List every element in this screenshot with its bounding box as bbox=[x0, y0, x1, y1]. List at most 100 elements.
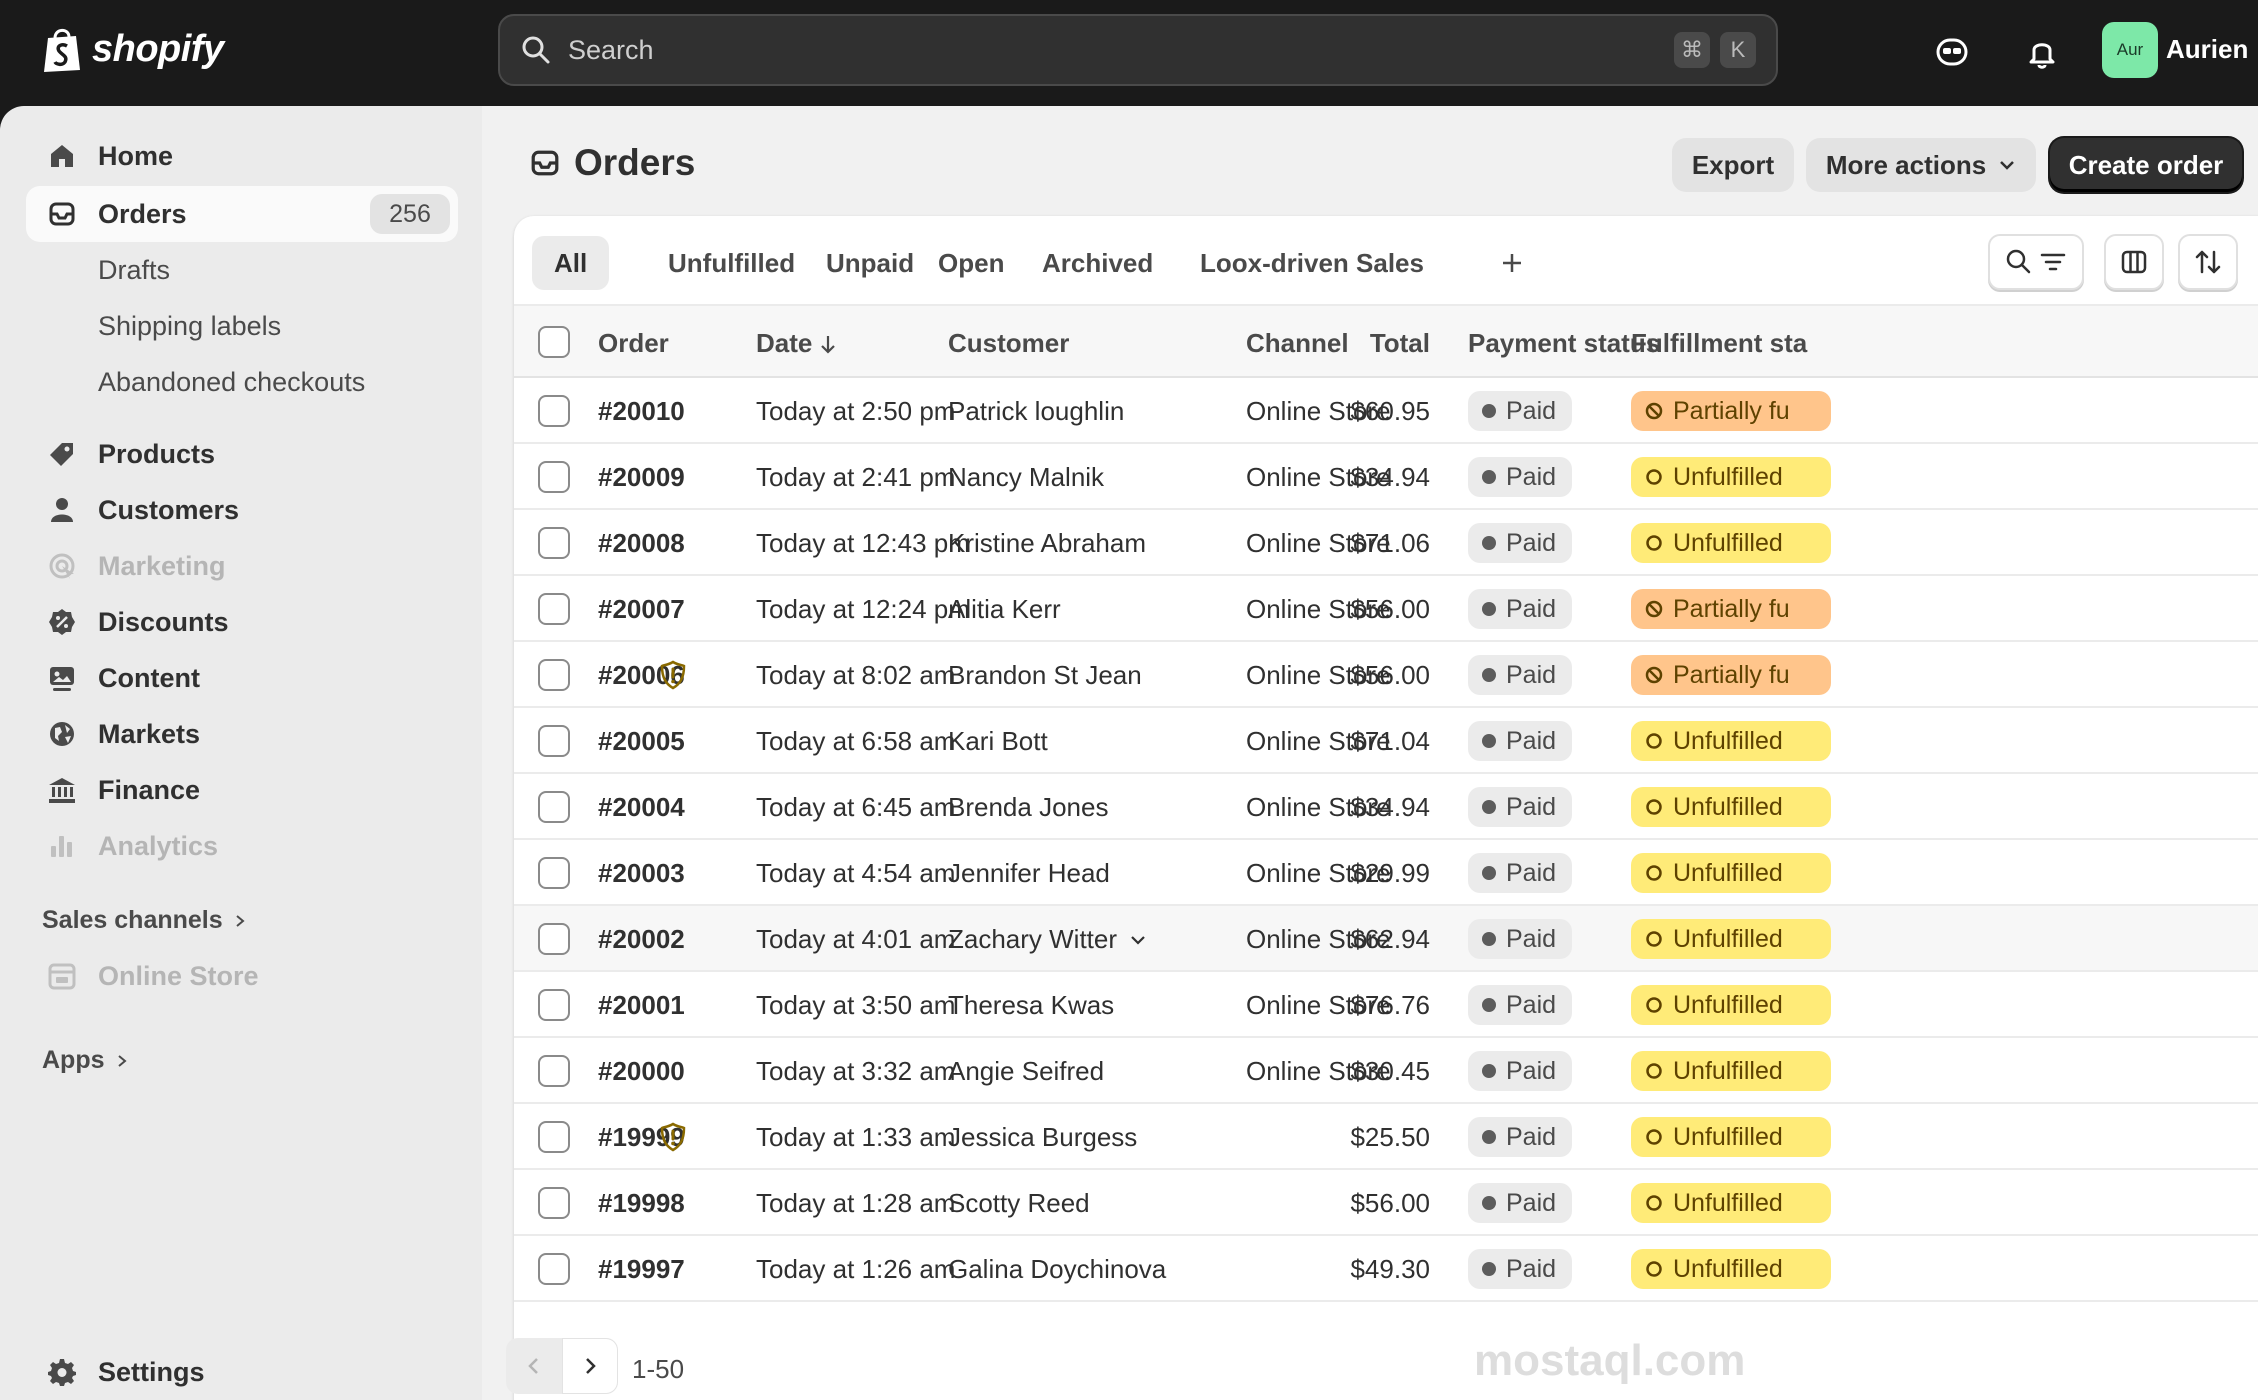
order-number[interactable]: #20010 bbox=[598, 396, 685, 427]
row-checkbox[interactable] bbox=[538, 1121, 570, 1153]
order-number[interactable]: #20000 bbox=[598, 1056, 685, 1087]
columns-button[interactable] bbox=[2104, 234, 2164, 290]
tab-all[interactable]: All bbox=[532, 236, 610, 290]
sort-button[interactable] bbox=[2178, 234, 2238, 290]
row-checkbox[interactable] bbox=[538, 659, 570, 691]
table-row[interactable]: #20008 Today at 12:43 pm Kristine Abraham O… bbox=[514, 510, 2258, 576]
table-row[interactable]: #20004 Today at 6:45 am Brenda Jones Online… bbox=[514, 774, 2258, 840]
sales-channels-heading[interactable]: Sales channels bbox=[42, 906, 247, 935]
previous-page-button[interactable] bbox=[506, 1338, 562, 1394]
sidebar-item-drafts[interactable]: Drafts bbox=[26, 242, 458, 298]
customer-cell[interactable]: Jennifer Head bbox=[948, 858, 1110, 889]
sidebar-item-online-store[interactable]: Online Store bbox=[26, 948, 458, 1004]
row-checkbox[interactable] bbox=[538, 1187, 570, 1219]
table-row[interactable]: #19998 Today at 1:28 am Scotty Reed $56.00 P… bbox=[514, 1170, 2258, 1236]
column-header-fulfillment-status[interactable]: Fulfillment sta bbox=[1631, 328, 1807, 359]
row-checkbox[interactable] bbox=[538, 395, 570, 427]
tab-archived[interactable]: Archived bbox=[1018, 236, 1177, 290]
customer-cell[interactable]: Jessica Burgess bbox=[948, 1122, 1137, 1153]
user-avatar[interactable]: Aur bbox=[2102, 22, 2158, 78]
order-number[interactable]: #19997 bbox=[598, 1254, 685, 1285]
tab-unfulfilled[interactable]: Unfulfilled bbox=[644, 236, 819, 290]
sidebar-item-home[interactable]: Home bbox=[26, 128, 458, 184]
customer-cell[interactable]: Theresa Kwas bbox=[948, 990, 1114, 1021]
search-filter-button[interactable] bbox=[1988, 234, 2084, 290]
sidebar-item-products[interactable]: Products bbox=[26, 426, 458, 482]
table-row[interactable]: #20003 Today at 4:54 am Jennifer Head Onlin… bbox=[514, 840, 2258, 906]
sidebar-item-finance[interactable]: Finance bbox=[26, 762, 458, 818]
row-checkbox[interactable] bbox=[538, 461, 570, 493]
row-checkbox[interactable] bbox=[538, 725, 570, 757]
search-bar[interactable]: ⌘ K bbox=[498, 14, 1778, 86]
table-row[interactable]: #19997 Today at 1:26 am Galina Doychinova $… bbox=[514, 1236, 2258, 1302]
table-row[interactable]: #20009 Today at 2:41 pm Nancy Malnik Online… bbox=[514, 444, 2258, 510]
column-header-order[interactable]: Order bbox=[598, 328, 669, 359]
table-row[interactable]: #20000 Today at 3:32 am Angie Seifred Onlin… bbox=[514, 1038, 2258, 1104]
row-checkbox[interactable] bbox=[538, 857, 570, 889]
order-number[interactable]: #20007 bbox=[598, 594, 685, 625]
tab-open[interactable]: Open bbox=[914, 236, 1028, 290]
column-header-date[interactable]: Date bbox=[756, 328, 838, 359]
order-number[interactable]: #20005 bbox=[598, 726, 685, 757]
customer-cell[interactable]: Kari Bott bbox=[948, 726, 1048, 757]
column-header-channel[interactable]: Channel bbox=[1246, 328, 1349, 359]
next-page-button[interactable] bbox=[562, 1338, 618, 1394]
sidebar-item-orders[interactable]: Orders 256 bbox=[26, 186, 458, 242]
row-checkbox[interactable] bbox=[538, 1055, 570, 1087]
sidekick-icon[interactable] bbox=[1930, 30, 1974, 74]
row-checkbox[interactable] bbox=[538, 1253, 570, 1285]
row-checkbox[interactable] bbox=[538, 593, 570, 625]
customer-cell[interactable]: Nancy Malnik bbox=[948, 462, 1104, 493]
shopify-logo[interactable]: shopify bbox=[40, 24, 224, 74]
row-checkbox[interactable] bbox=[538, 527, 570, 559]
customer-cell[interactable]: Zachary Witter bbox=[948, 924, 1147, 955]
order-number[interactable]: #20002 bbox=[598, 924, 685, 955]
alert-shield-icon[interactable] bbox=[658, 660, 688, 690]
row-checkbox[interactable] bbox=[538, 791, 570, 823]
more-actions-button[interactable]: More actions bbox=[1806, 138, 2036, 192]
sidebar-item-analytics[interactable]: Analytics bbox=[26, 818, 458, 874]
customer-cell[interactable]: Alitia Kerr bbox=[948, 594, 1061, 625]
customer-cell[interactable]: Brenda Jones bbox=[948, 792, 1108, 823]
customer-cell[interactable]: Scotty Reed bbox=[948, 1188, 1090, 1219]
apps-heading[interactable]: Apps bbox=[42, 1046, 129, 1075]
customer-cell[interactable]: Angie Seifred bbox=[948, 1056, 1104, 1087]
customer-cell[interactable]: Patrick loughlin bbox=[948, 396, 1124, 427]
add-view-button[interactable] bbox=[1486, 236, 1538, 290]
tab-loox-driven-sales[interactable]: Loox-driven Sales bbox=[1176, 236, 1448, 290]
export-button[interactable]: Export bbox=[1672, 138, 1794, 192]
order-number[interactable]: #20003 bbox=[598, 858, 685, 889]
table-row[interactable]: #20007 Today at 12:24 pm Alitia Kerr Online… bbox=[514, 576, 2258, 642]
order-number[interactable]: #19998 bbox=[598, 1188, 685, 1219]
customer-cell[interactable]: Brandon St Jean bbox=[948, 660, 1142, 691]
order-number[interactable]: #20001 bbox=[598, 990, 685, 1021]
sidebar-item-markets[interactable]: Markets bbox=[26, 706, 458, 762]
user-name[interactable]: Aurien bbox=[2166, 34, 2248, 65]
table-row[interactable]: #19999 Today at 1:33 am Jessica Burgess $25… bbox=[514, 1104, 2258, 1170]
table-row[interactable]: #20010 Today at 2:50 pm Patrick loughlin On… bbox=[514, 378, 2258, 444]
order-number[interactable]: #20004 bbox=[598, 792, 685, 823]
table-row[interactable]: #20006 Today at 8:02 am Brandon St Jean Onl… bbox=[514, 642, 2258, 708]
order-number[interactable]: #20008 bbox=[598, 528, 685, 559]
column-header-customer[interactable]: Customer bbox=[948, 328, 1069, 359]
table-row[interactable]: #20001 Today at 3:50 am Theresa Kwas Online… bbox=[514, 972, 2258, 1038]
create-order-button[interactable]: Create order bbox=[2050, 138, 2242, 192]
table-row[interactable]: #20005 Today at 6:58 am Kari Bott Online St… bbox=[514, 708, 2258, 774]
column-header-total[interactable]: Total bbox=[1364, 328, 1430, 359]
order-number[interactable]: #20009 bbox=[598, 462, 685, 493]
sidebar-item-shipping-labels[interactable]: Shipping labels bbox=[26, 298, 458, 354]
sidebar-item-settings[interactable]: Settings bbox=[26, 1344, 458, 1400]
search-input[interactable] bbox=[568, 34, 1664, 66]
sidebar-item-abandoned-checkouts[interactable]: Abandoned checkouts bbox=[26, 354, 458, 410]
select-all-checkbox[interactable] bbox=[538, 326, 570, 358]
alert-shield-icon[interactable] bbox=[658, 1122, 688, 1152]
table-row[interactable]: #20002 Today at 4:01 am Zachary Witter Onli… bbox=[514, 906, 2258, 972]
sidebar-item-customers[interactable]: Customers bbox=[26, 482, 458, 538]
customer-cell[interactable]: Kristine Abraham bbox=[948, 528, 1146, 559]
chevron-down-icon[interactable] bbox=[1129, 931, 1147, 949]
notifications-icon[interactable] bbox=[2020, 30, 2064, 74]
sidebar-item-content[interactable]: Content bbox=[26, 650, 458, 706]
sidebar-item-discounts[interactable]: Discounts bbox=[26, 594, 458, 650]
sidebar-item-marketing[interactable]: Marketing bbox=[26, 538, 458, 594]
row-checkbox[interactable] bbox=[538, 989, 570, 1021]
